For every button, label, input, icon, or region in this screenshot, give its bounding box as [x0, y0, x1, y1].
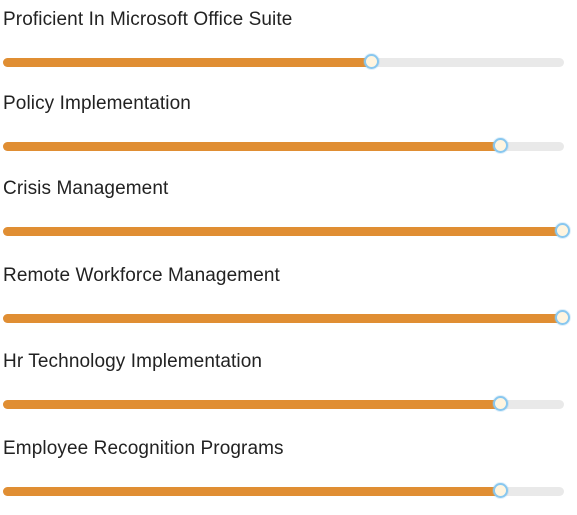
skill-label: Remote Workforce Management: [3, 265, 280, 286]
skill-item: Crisis Management: [3, 175, 570, 255]
skill-label: Policy Implementation: [3, 93, 191, 114]
skill-slider-track[interactable]: [3, 395, 564, 411]
skill-item: Proficient In Microsoft Office Suite: [3, 6, 564, 86]
skill-slider-thumb[interactable]: [493, 137, 509, 153]
skill-label: Proficient In Microsoft Office Suite: [3, 9, 293, 30]
skill-slider-fill: [3, 58, 374, 67]
skill-slider-thumb[interactable]: [493, 395, 509, 411]
skill-slider-track[interactable]: [3, 482, 564, 498]
skill-item: Hr Technology Implementation: [3, 348, 564, 428]
skill-slider-fill: [3, 487, 503, 496]
skill-slider-fill: [3, 142, 503, 151]
skill-slider-track[interactable]: [3, 53, 564, 69]
skill-slider-fill: [3, 314, 564, 323]
skill-item: Remote Workforce Management: [3, 262, 570, 342]
skill-slider-thumb[interactable]: [493, 482, 509, 498]
skill-slider-fill: [3, 400, 503, 409]
skills-section: Proficient In Microsoft Office Suite Pol…: [0, 0, 577, 498]
skill-slider-track[interactable]: [3, 309, 570, 325]
skill-slider-fill: [3, 227, 564, 236]
skill-slider-thumb[interactable]: [555, 309, 570, 325]
skill-label: Crisis Management: [3, 178, 169, 199]
skill-slider-thumb[interactable]: [364, 53, 380, 69]
skill-slider-track[interactable]: [3, 137, 564, 153]
skill-label: Employee Recognition Programs: [3, 438, 284, 459]
skill-slider-track[interactable]: [3, 222, 570, 238]
skill-label: Hr Technology Implementation: [3, 351, 263, 372]
skill-slider-thumb[interactable]: [555, 222, 570, 238]
skill-item: Policy Implementation: [3, 90, 564, 170]
skill-item: Employee Recognition Programs: [3, 435, 564, 515]
